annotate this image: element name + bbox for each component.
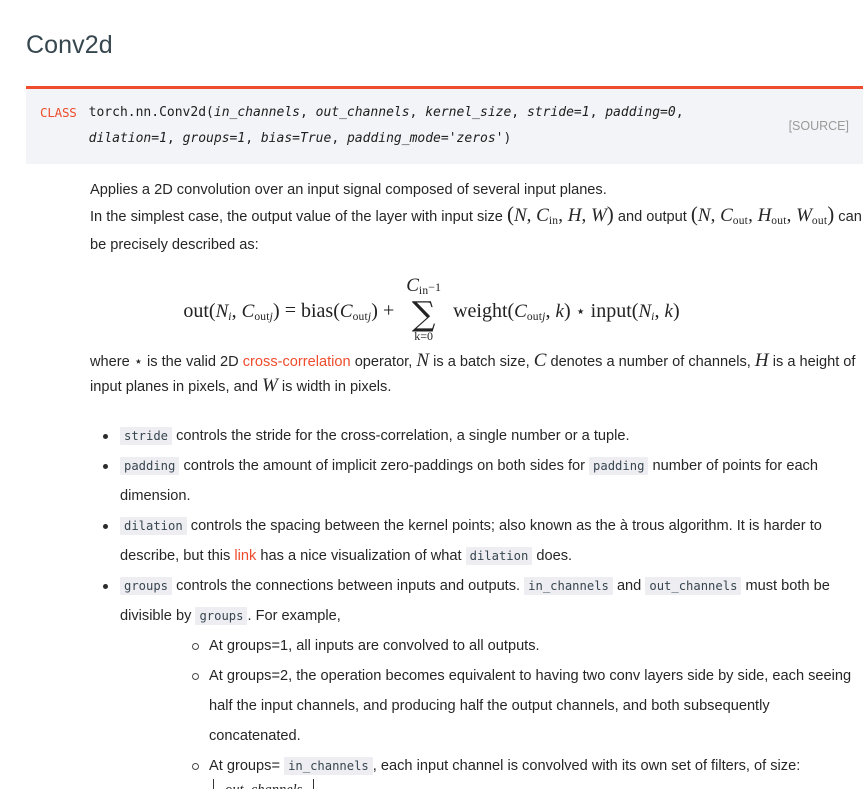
- paragraph-where: where ⋆ is the valid 2D cross-correlatio…: [90, 349, 863, 374]
- cross-correlation-link[interactable]: cross-correlation: [243, 354, 351, 370]
- code-literal-in-channels: in_channels: [524, 577, 613, 596]
- class-signature-block: CLASS torch.nn.Conv2d(in_channels, out_c…: [26, 85, 863, 164]
- content-area: Applies a 2D convolution over an input s…: [0, 178, 863, 789]
- where-seg2: is the valid 2D: [147, 354, 239, 371]
- math-var-W: W: [262, 375, 278, 397]
- display-equation: out(Ni, Coutj) = bias(Coutj) + Cin−1 ∑ k…: [90, 276, 863, 343]
- code-literal-padding: padding: [120, 457, 180, 476]
- padding-description: controls the amount of implicit zero-pad…: [183, 458, 585, 475]
- groups-description: controls the connections between inputs …: [176, 578, 521, 595]
- math-var-N: N: [416, 350, 430, 372]
- paragraph-applies: Applies a 2D convolution over an input s…: [90, 181, 607, 198]
- where-seg3: operator,: [354, 354, 413, 371]
- list-item-padding: padding controls the amount of implicit …: [103, 451, 863, 511]
- documentation-page: Conv2d CLASS torch.nn.Conv2d(in_channels…: [0, 0, 863, 789]
- signature-qualname: torch.nn.Conv2d: [88, 104, 207, 120]
- sum-symbol: ∑: [411, 294, 436, 334]
- groups-in-channels-text: , each input channel is convolved with i…: [372, 758, 801, 775]
- simplest-mid: and output: [617, 208, 687, 225]
- where-seg1: where: [90, 354, 130, 371]
- eq-weight-term: weight(Coutj, k): [453, 299, 571, 323]
- param-bias: bias=True: [260, 130, 332, 146]
- fraction-numerator: out_channels: [223, 781, 304, 789]
- param-in-channels: in_channels: [213, 104, 300, 120]
- eq-summation: Cin−1 ∑ k=0: [406, 276, 441, 342]
- math-output-size: (N, Cout, Hout, Wout): [690, 201, 835, 227]
- floor-fraction-expression: out_channelsin_channels: [213, 779, 315, 789]
- floor-bracket-left: [213, 779, 220, 789]
- eq-input-term: input(Ni, k): [590, 299, 680, 323]
- dilation-link[interactable]: link: [234, 548, 256, 564]
- groups-text-mid: and: [616, 578, 642, 595]
- eq-plus: +: [382, 299, 395, 322]
- code-literal-in-channels-2: in_channels: [284, 757, 373, 776]
- where-line2-seg1: input planes in pixels, and: [90, 379, 258, 396]
- param-dilation: dilation=1: [88, 130, 167, 146]
- eq-bias-term: bias(Coutj): [301, 299, 378, 323]
- where-seg4: is a batch size,: [433, 354, 530, 371]
- code-literal-dilation: dilation: [120, 517, 187, 536]
- param-stride: stride=1: [526, 104, 590, 120]
- signature-code: torch.nn.Conv2d(in_channels, out_channel…: [88, 104, 684, 146]
- groups-in-channels-prefix: At groups=: [209, 758, 280, 775]
- source-link[interactable]: [SOURCE]: [789, 119, 849, 133]
- paragraph-simplest-case: In the simplest case, the output value o…: [90, 202, 863, 257]
- signature-close-paren: ): [503, 130, 512, 146]
- list-item-dilation: dilation controls the spacing between th…: [103, 511, 863, 571]
- signature-open-paren: (: [206, 104, 214, 120]
- page-title: Conv2d: [26, 30, 113, 59]
- param-out-channels: out_channels: [315, 104, 410, 120]
- code-literal-padding-2: padding: [589, 457, 649, 476]
- eq-equals: =: [284, 299, 296, 322]
- param-groups: groups=1: [182, 130, 246, 146]
- code-literal-stride: stride: [120, 427, 173, 446]
- code-literal-groups-2: groups: [195, 607, 248, 626]
- sub-list-item-groups-1: At groups=1, all inputs are convolved to…: [192, 631, 863, 661]
- where-line2-seg2: is width in pixels.: [281, 379, 392, 396]
- dilation-description-2: has a nice visualization of what: [260, 548, 462, 565]
- sub-list-item-groups-in-channels: At groups= in_channels, each input chann…: [192, 751, 863, 789]
- where-star-icon: ⋆: [133, 354, 143, 371]
- sub-list-item-groups-2: At groups=2, the operation becomes equiv…: [192, 661, 863, 751]
- code-literal-out-channels: out_channels: [645, 577, 742, 596]
- groups-description-3: . For example,: [247, 608, 341, 625]
- groups-examples-list: At groups=1, all inputs are convolved to…: [120, 631, 863, 789]
- fraction: out_channelsin_channels: [220, 781, 307, 789]
- code-literal-dilation-2: dilation: [465, 547, 533, 566]
- math-var-H: H: [754, 350, 769, 372]
- param-padding: padding=0: [605, 104, 676, 120]
- signature-inner: CLASS torch.nn.Conv2d(in_channels, out_c…: [26, 100, 863, 152]
- where-seg5: denotes a number of channels,: [550, 354, 751, 371]
- paragraph-where-line2: input planes in pixels, and W is width i…: [90, 374, 863, 399]
- where-seg6: is a height of: [772, 354, 856, 371]
- class-label: CLASS: [40, 104, 77, 120]
- parameter-description-list: stride controls the stride for the cross…: [90, 421, 863, 789]
- math-var-C: C: [533, 350, 547, 372]
- param-padding-mode: padding_mode='zeros': [346, 130, 504, 146]
- eq-star-operator: ⋆: [575, 303, 586, 321]
- list-item-stride: stride controls the stride for the cross…: [103, 421, 863, 451]
- dilation-description-3: does.: [536, 548, 573, 565]
- param-kernel-size: kernel_size: [425, 104, 512, 120]
- eq-lhs-out: out(Ni, Coutj): [183, 299, 280, 323]
- stride-description: controls the stride for the cross-correl…: [176, 428, 630, 445]
- math-input-size: (N, Cin, H, W): [506, 201, 614, 227]
- list-item-groups: groups controls the connections between …: [103, 571, 863, 789]
- floor-bracket-right: [307, 779, 315, 789]
- code-literal-groups: groups: [120, 577, 173, 596]
- simplest-lead: In the simplest case, the output value o…: [90, 208, 503, 225]
